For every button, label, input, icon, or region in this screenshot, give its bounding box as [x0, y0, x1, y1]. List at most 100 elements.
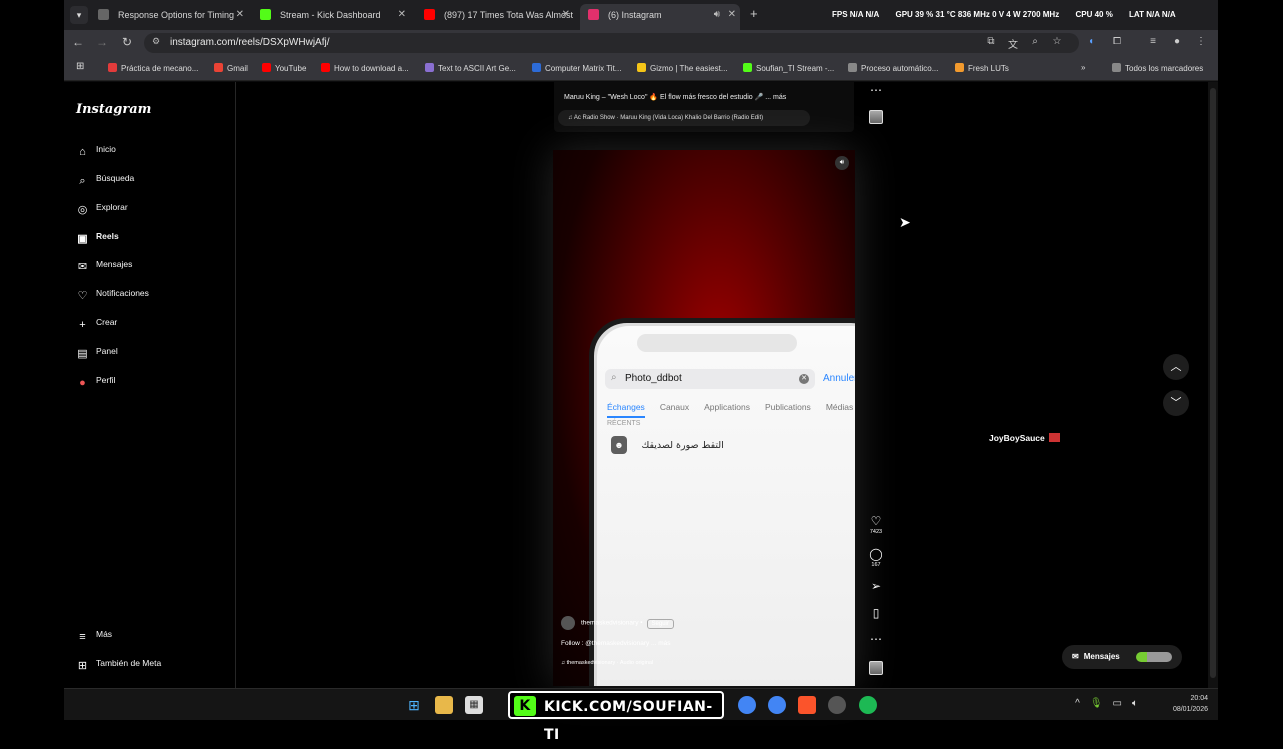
- instagram-logo[interactable]: Instagram: [76, 102, 151, 117]
- bot-avatar-icon: ☻: [611, 436, 627, 454]
- chevron-up-icon[interactable]: ^: [1075, 698, 1080, 709]
- also-from-meta[interactable]: ⊞ También de Meta: [76, 654, 161, 672]
- bookmark-item[interactable]: Práctica de mecano...: [108, 63, 198, 73]
- mouse-cursor-icon: ➤: [899, 214, 911, 230]
- speaker-icon[interactable]: 🔊︎: [835, 156, 849, 170]
- compass-icon: ◎: [77, 204, 88, 216]
- share-button[interactable]: ➢: [864, 579, 888, 593]
- previous-reel[interactable]: Maruu King – "Wesh Loco" 🔥 El flow más f…: [554, 82, 854, 132]
- file-explorer-icon[interactable]: [435, 696, 453, 714]
- sidebar-item-reels[interactable]: ▣ Reels: [76, 227, 119, 245]
- sidebar-item-busqueda[interactable]: ⌕ Búsqueda: [76, 169, 134, 187]
- follow-button[interactable]: Seguir: [646, 618, 674, 629]
- clock[interactable]: 20:04 08/01/2026: [1173, 693, 1208, 715]
- like-button[interactable]: ♡ 7423: [864, 514, 888, 535]
- close-icon[interactable]: ✕: [236, 4, 244, 26]
- scrollbar-thumb[interactable]: [1210, 88, 1216, 678]
- bookmark-item[interactable]: Gizmo | The easiest...: [637, 63, 728, 73]
- save-button[interactable]: ▯: [864, 606, 888, 620]
- heart-icon: ♡: [870, 514, 882, 528]
- close-icon[interactable]: ✕: [398, 4, 406, 26]
- system-tray: ^ 🎙︎ ▭ 🔈︎: [1065, 698, 1138, 709]
- reload-icon[interactable]: ↻: [119, 35, 135, 49]
- bookmark-item[interactable]: Proceso automático...: [848, 63, 938, 73]
- phone-notch: [637, 334, 797, 352]
- previous-reel-button[interactable]: ︿: [1163, 354, 1189, 380]
- bookmark-icon: [108, 63, 117, 72]
- forward-icon[interactable]: →: [94, 35, 110, 49]
- suggested-user[interactable]: JoyBoySauce: [989, 433, 1060, 443]
- new-tab-button[interactable]: +: [750, 6, 758, 21]
- profile-avatar-icon[interactable]: ●: [1170, 36, 1184, 47]
- bookmark-item[interactable]: Soufian_TI Stream -...: [743, 63, 834, 73]
- phone-tab: Échanges: [607, 402, 645, 418]
- bookmark-item[interactable]: YouTube: [262, 63, 306, 73]
- page-scrollbar[interactable]: [1208, 82, 1218, 688]
- reel-video[interactable]: 🔊︎ ⌕ Photo_ddbot ✕ Annuler Échanges Canau…: [553, 150, 855, 686]
- reels-icon: ▣: [77, 233, 88, 245]
- speaker-icon[interactable]: 🔊︎: [714, 4, 720, 26]
- translate-icon[interactable]: 文: [1006, 36, 1020, 51]
- tab-youtube[interactable]: (897) 17 Times Tota Was Almost ✕: [416, 4, 574, 30]
- volume-icon[interactable]: 🔈︎: [1132, 698, 1138, 709]
- close-icon[interactable]: ✕: [728, 4, 736, 26]
- extensions-icon[interactable]: ⧠: [1110, 36, 1124, 47]
- plus-icon: +: [79, 319, 86, 331]
- media-icon[interactable]: ◖: [1084, 36, 1098, 47]
- sidebar-item-label: Mensajes: [96, 259, 133, 269]
- sidebar-item-panel[interactable]: ▤ Panel: [76, 342, 117, 360]
- back-icon[interactable]: ←: [70, 35, 86, 49]
- all-bookmarks[interactable]: Todos los marcadores: [1112, 63, 1203, 73]
- tab-search-button[interactable]: ▾: [70, 6, 88, 24]
- reel-author[interactable]: themaskedvisionary • Seguir: [561, 616, 674, 630]
- bookmark-item[interactable]: Computer Matrix Tit...: [532, 63, 621, 73]
- sidebar-item-perfil[interactable]: ● Perfil: [76, 371, 115, 389]
- messages-pill[interactable]: ✉ Mensajes: [1062, 645, 1182, 669]
- brave-icon[interactable]: [798, 696, 816, 714]
- sidebar-item-notificaciones[interactable]: ♡ Notificaciones: [76, 284, 149, 302]
- sidebar-item-label: Reels: [96, 231, 119, 241]
- site-info-icon[interactable]: ⚙: [152, 36, 160, 47]
- zoom-icon[interactable]: ⌕: [1028, 36, 1042, 47]
- bookmark-item[interactable]: Gmail: [214, 63, 248, 73]
- author-username[interactable]: themaskedvisionary: [581, 620, 638, 627]
- microphone-icon[interactable]: 🎙︎: [1090, 698, 1103, 709]
- bookmark-item[interactable]: Text to ASCII Art Ge...: [425, 63, 516, 73]
- more-options-icon[interactable]: ⋯: [864, 632, 888, 646]
- next-reel-button[interactable]: ﹀: [1163, 390, 1189, 416]
- reel-caption[interactable]: Follow : @themaskedvisionary ... más: [561, 640, 671, 647]
- reading-list-icon[interactable]: ≡: [1146, 36, 1160, 47]
- tab-kick-dashboard[interactable]: Stream - Kick Dashboard ✕: [252, 4, 410, 30]
- avatar[interactable]: [561, 616, 575, 630]
- sidebar-item-explorar[interactable]: ◎ Explorar: [76, 198, 128, 216]
- windows-start-icon[interactable]: ⊞: [405, 696, 423, 714]
- reel-audio[interactable]: ♫ Ac Radio Show · Maruu King (Vida Loca)…: [558, 110, 810, 126]
- url-text[interactable]: instagram.com/reels/DSXpWHwjAfj/: [170, 37, 329, 48]
- comment-button[interactable]: ◯ 167: [864, 547, 888, 568]
- audio-thumbnail[interactable]: [869, 661, 883, 675]
- obs-icon[interactable]: [828, 696, 846, 714]
- chrome-icon[interactable]: [738, 696, 756, 714]
- apps-grid-icon[interactable]: ⊞: [76, 61, 84, 72]
- audio-thumbnail[interactable]: [869, 110, 883, 124]
- bookmark-item[interactable]: How to download a...: [321, 63, 409, 73]
- tab-response-options[interactable]: Response Options for Timing ✕: [90, 4, 248, 30]
- menu-dots-icon[interactable]: ⋮: [1194, 36, 1208, 47]
- bookmark-star-icon[interactable]: ☆: [1050, 36, 1064, 47]
- more-bookmarks-icon[interactable]: »: [1081, 63, 1085, 72]
- reel-audio[interactable]: ♫ themaskedvisionary · Audio original: [561, 660, 653, 666]
- more-options-icon[interactable]: ⋯: [864, 83, 888, 97]
- more-menu[interactable]: ≡ Más: [76, 625, 112, 643]
- close-icon[interactable]: ✕: [562, 4, 570, 26]
- address-bar[interactable]: ⚙ instagram.com/reels/DSXpWHwjAfj/: [144, 33, 1079, 53]
- network-icon[interactable]: ▭: [1113, 698, 1122, 709]
- sidebar-item-inicio[interactable]: ⌂ Inicio: [76, 140, 116, 158]
- bookmark-item[interactable]: Fresh LUTs: [955, 63, 1009, 73]
- sidebar-item-crear[interactable]: + Crear: [76, 313, 117, 331]
- spotify-icon[interactable]: [859, 696, 877, 714]
- tab-instagram[interactable]: (6) Instagram 🔊︎ ✕: [580, 4, 740, 30]
- sidebar-item-mensajes[interactable]: ✉ Mensajes: [76, 255, 133, 273]
- install-app-icon[interactable]: ⧉: [984, 36, 998, 47]
- store-icon[interactable]: ▦: [465, 696, 483, 714]
- chrome-icon[interactable]: [768, 696, 786, 714]
